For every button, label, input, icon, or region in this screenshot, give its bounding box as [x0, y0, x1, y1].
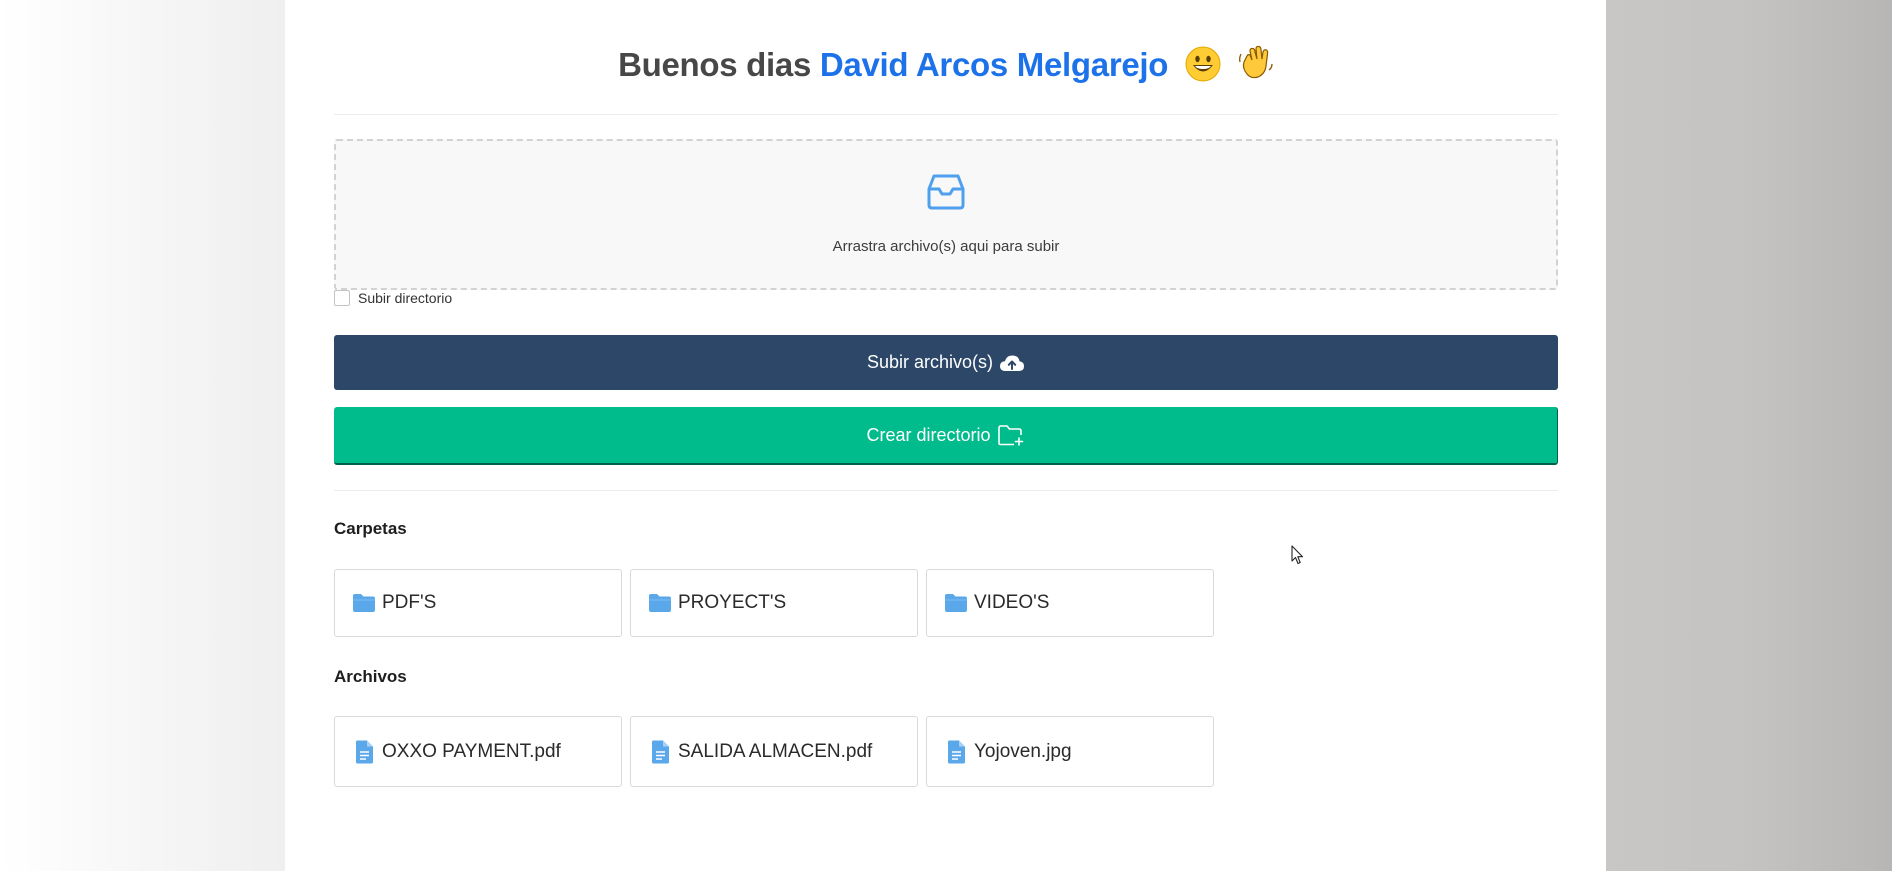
file-name: SALIDA ALMACEN.pdf	[678, 740, 873, 762]
file-name: OXXO PAYMENT.pdf	[382, 740, 561, 762]
user-name: David Arcos Melgarejo	[819, 46, 1169, 83]
folder-card[interactable]: PDF'S	[334, 569, 622, 637]
cloud-upload-icon	[999, 354, 1025, 372]
dropzone-text: Arrastra archivo(s) aqui para subir	[832, 238, 1060, 255]
file-card[interactable]: OXXO PAYMENT.pdf	[334, 716, 622, 787]
folder-name: PROYECT'S	[678, 592, 787, 613]
folder-icon	[352, 593, 376, 613]
file-icon	[352, 740, 376, 764]
folder-card[interactable]: PROYECT'S	[630, 569, 918, 637]
folder-name: VIDEO'S	[974, 592, 1050, 613]
folders-section-title: Carpetas	[334, 519, 407, 538]
file-name: Yojoven.jpg	[974, 740, 1072, 762]
page-title: Buenos dias David Arcos Melgarejo	[334, 44, 1558, 90]
greeting-prefix: Buenos dias	[618, 46, 812, 83]
divider	[334, 114, 1558, 115]
subir-directorio-label: Subir directorio	[358, 290, 453, 306]
grinning-face-icon	[1185, 46, 1221, 90]
mouse-pointer-icon	[1291, 545, 1305, 570]
upload-files-button[interactable]: Subir archivo(s)	[334, 335, 1558, 390]
folders-grid: PDF'S PROYECT'S VIDEO'S	[334, 569, 1214, 637]
inbox-icon	[926, 171, 966, 216]
upload-files-label: Subir archivo(s)	[866, 352, 994, 372]
subir-directorio-option[interactable]: Subir directorio	[334, 290, 452, 306]
file-card[interactable]: SALIDA ALMACEN.pdf	[630, 716, 918, 787]
subir-directorio-checkbox[interactable]	[334, 290, 350, 306]
divider	[334, 490, 1558, 491]
folder-plus-icon	[997, 424, 1025, 446]
file-card[interactable]: Yojoven.jpg	[926, 716, 1214, 787]
folder-card[interactable]: VIDEO'S	[926, 569, 1214, 637]
folder-name: PDF'S	[382, 592, 437, 613]
main-panel: Buenos dias David Arcos Melgarejo Arrast…	[285, 0, 1606, 871]
file-dropzone[interactable]: Arrastra archivo(s) aqui para subir	[334, 139, 1558, 290]
file-icon	[648, 740, 672, 764]
create-directory-label: Crear directorio	[866, 424, 991, 445]
create-directory-button[interactable]: Crear directorio	[334, 407, 1558, 465]
file-icon	[944, 740, 968, 764]
files-grid: OXXO PAYMENT.pdf SALIDA ALMACEN.pdf Yojo…	[334, 716, 1214, 787]
waving-hand-icon	[1238, 44, 1274, 90]
right-background	[1606, 0, 1892, 871]
folder-icon	[648, 593, 672, 613]
folder-icon	[944, 593, 968, 613]
files-section-title: Archivos	[334, 667, 407, 686]
